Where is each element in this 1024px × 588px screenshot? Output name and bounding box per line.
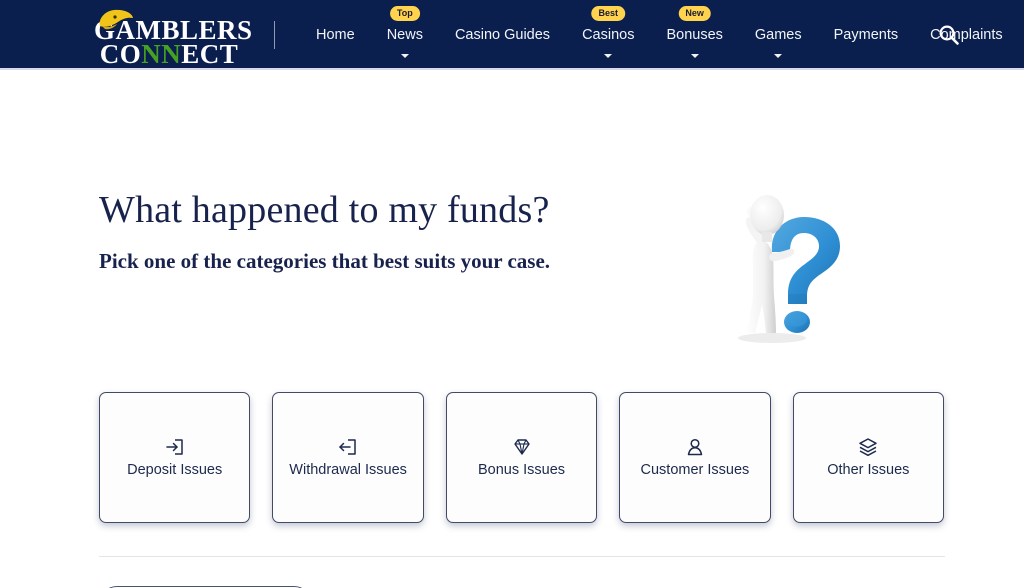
chevron-down-icon (604, 54, 613, 58)
main-content: What happened to my funds? Pick one of t… (0, 70, 1024, 588)
chevron-down-icon (774, 54, 783, 58)
nav-item-payments[interactable]: Payments (818, 0, 914, 70)
nav-badge-best: Best (591, 6, 626, 21)
category-card-label: Withdrawal Issues (289, 461, 407, 478)
logo-text-nn: NN (141, 39, 182, 69)
top-navigation-bar: GAMBLERS CONNECT Home Top News Casino Gu… (0, 0, 1024, 70)
page-title: What happened to my funds? (99, 189, 550, 231)
nav-item-casino-guides[interactable]: Casino Guides (439, 0, 566, 70)
category-card-deposit-issues[interactable]: Deposit Issues (99, 392, 251, 523)
category-card-label: Other Issues (827, 461, 910, 478)
category-cards: Deposit Issues Withdrawal Issues Bonus I… (99, 392, 945, 523)
user-icon (684, 436, 706, 458)
nav-item-bonuses[interactable]: New Bonuses (650, 0, 738, 70)
nav-item-complaints[interactable]: Complaints (914, 0, 1019, 70)
nav-item-home[interactable]: Home (300, 0, 371, 70)
nav-label: Bonuses (666, 26, 723, 43)
nav-label: Payments (833, 26, 899, 43)
category-card-label: Customer Issues (640, 461, 750, 478)
logo-text-line-2: CONNECT (94, 41, 244, 68)
nav-separator (274, 21, 275, 49)
nav-label: Home (316, 26, 355, 43)
diamond-icon (511, 436, 533, 458)
sign-out-icon (337, 436, 359, 458)
category-card-bonus-issues[interactable]: Bonus Issues (445, 392, 598, 523)
category-card-withdrawal-issues[interactable]: Withdrawal Issues (272, 392, 424, 523)
confused-figure-question-mark-illustration (738, 195, 840, 343)
site-logo[interactable]: GAMBLERS CONNECT (94, 9, 252, 68)
nav-item-news[interactable]: Top News (371, 0, 439, 70)
logo-cap-icon (99, 9, 133, 30)
logo-text-ect: ECT (181, 39, 239, 69)
nav-label: Casinos (582, 26, 635, 43)
logo-text-co: CO (99, 39, 142, 69)
chevron-down-icon (690, 54, 699, 58)
search-icon[interactable] (938, 24, 960, 46)
nav-item-games[interactable]: Games (739, 0, 818, 70)
chevron-down-icon (400, 54, 409, 58)
nav-item-casinos[interactable]: Best Casinos (566, 0, 650, 70)
sign-in-icon (164, 436, 186, 458)
page-subtitle: Pick one of the categories that best sui… (99, 249, 551, 273)
nav-badge-top: Top (389, 6, 420, 21)
category-card-other-issues[interactable]: Other Issues (792, 392, 945, 523)
category-card-label: Deposit Issues (127, 461, 223, 478)
layers-icon (857, 436, 879, 458)
nav-menu: Home Top News Casino Guides Best Casinos… (300, 0, 1024, 70)
category-card-customer-issues[interactable]: Customer Issues (619, 392, 771, 523)
category-card-label: Bonus Issues (477, 461, 566, 478)
nav-label: Casino Guides (454, 26, 551, 43)
nav-label: Games (754, 26, 802, 43)
nav-label: News (386, 26, 423, 43)
section-divider (99, 556, 945, 557)
nav-item-contact[interactable]: Contact (1019, 0, 1024, 70)
nav-badge-new: New (678, 6, 711, 21)
